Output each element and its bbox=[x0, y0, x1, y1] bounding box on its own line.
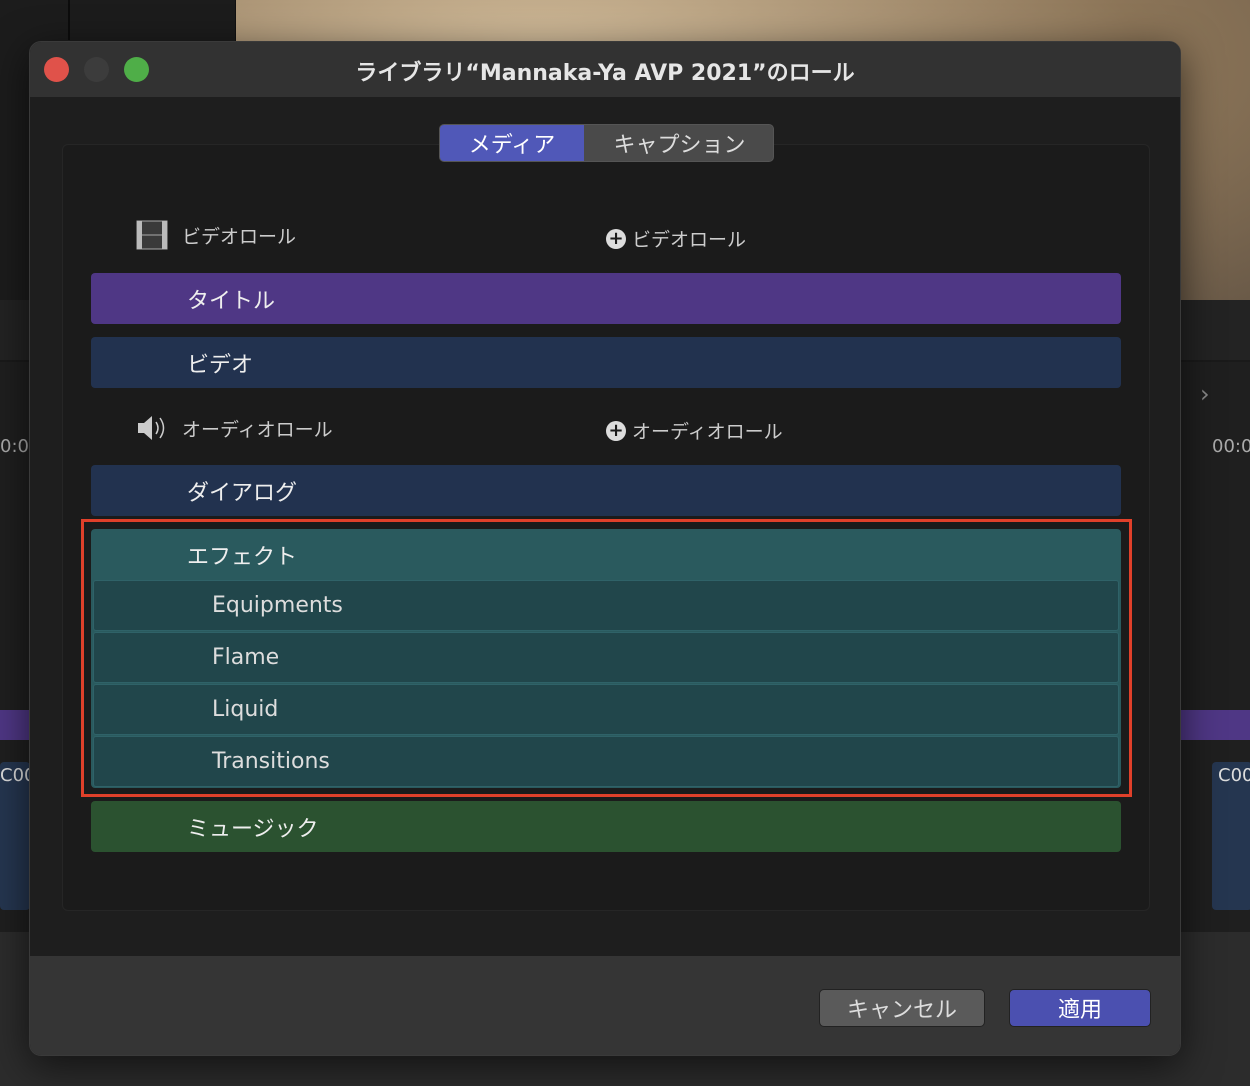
add-audio-role-label: オーディオロール bbox=[632, 421, 783, 443]
apply-button[interactable]: 適用 bbox=[1009, 989, 1151, 1027]
add-audio-role-button[interactable]: + オーディオロール bbox=[606, 417, 783, 444]
role-video[interactable]: ビデオ bbox=[91, 337, 1121, 388]
roles-dialog: ライブラリ“Mannaka-Ya AVP 2021”のロール メディア キャプシ… bbox=[29, 41, 1181, 1056]
dialog-footer bbox=[30, 956, 1180, 1055]
tab-bar: メディア キャプション bbox=[439, 124, 774, 162]
add-video-role-label: ビデオロール bbox=[632, 229, 747, 251]
plus-icon: + bbox=[606, 420, 626, 441]
timecode-left: 0:0 bbox=[0, 436, 29, 457]
timeline-title-bar bbox=[0, 710, 30, 740]
role-music[interactable]: ミュージック bbox=[91, 801, 1121, 852]
video-roles-label: ビデオロール bbox=[182, 225, 297, 248]
audio-roles-header: オーディオロール bbox=[136, 414, 333, 442]
timeline-title-bar bbox=[1181, 710, 1250, 740]
window-title: ライブラリ“Mannaka-Ya AVP 2021”のロール bbox=[355, 61, 855, 86]
timeline-clip[interactable]: C00 bbox=[1212, 762, 1250, 910]
add-video-role-button[interactable]: + ビデオロール bbox=[606, 225, 746, 252]
speaker-icon bbox=[138, 416, 165, 440]
timeline-clip[interactable]: C00 bbox=[0, 762, 35, 910]
video-roles-header: ビデオロール bbox=[136, 220, 296, 250]
role-title[interactable]: タイトル bbox=[91, 273, 1121, 324]
film-icon bbox=[136, 220, 168, 250]
tab-captions[interactable]: キャプション bbox=[584, 125, 773, 161]
cancel-button[interactable]: キャンセル bbox=[819, 989, 985, 1027]
tab-media[interactable]: メディア bbox=[440, 125, 584, 161]
timecode-right: 00:0 bbox=[1212, 436, 1250, 457]
highlight-box bbox=[81, 519, 1132, 797]
audio-roles-label: オーディオロール bbox=[182, 418, 333, 441]
role-dialogue[interactable]: ダイアログ bbox=[91, 465, 1121, 516]
plus-icon: + bbox=[606, 228, 626, 249]
title-bar: ライブラリ“Mannaka-Ya AVP 2021”のロール bbox=[30, 42, 1180, 97]
chevron-right-icon[interactable]: › bbox=[1200, 380, 1210, 408]
